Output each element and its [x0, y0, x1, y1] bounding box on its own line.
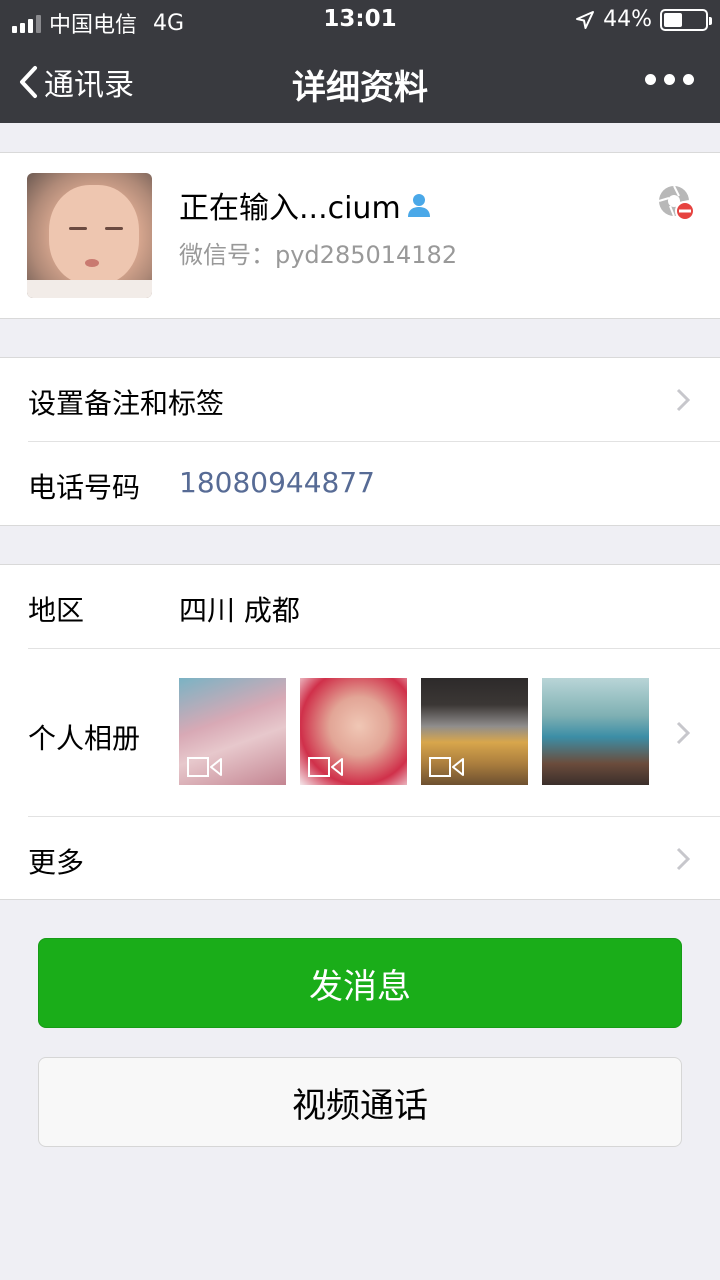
navigation-bar: 通讯录 详细资料: [0, 40, 720, 123]
phone-number-link[interactable]: 18080944877: [179, 466, 375, 499]
remark-phone-group: 设置备注和标签 电话号码 18080944877: [0, 357, 720, 526]
region-value: 四川 成都: [179, 594, 300, 627]
battery-percent: 44%: [603, 7, 652, 32]
album-label: 个人相册: [28, 722, 141, 755]
region-row: 地区 四川 成都: [0, 565, 720, 649]
more-label: 更多: [28, 846, 85, 879]
phone-row: 电话号码 18080944877: [0, 442, 720, 526]
chevron-right-icon: [676, 721, 690, 745]
album-thumbnails: [179, 678, 649, 785]
album-photo[interactable]: [421, 678, 528, 785]
album-photo[interactable]: [179, 678, 286, 785]
album-photo[interactable]: [300, 678, 407, 785]
remark-tags-label: 设置备注和标签: [28, 387, 225, 420]
contact-person-icon: [407, 194, 430, 217]
status-right: 44%: [575, 7, 712, 32]
page-title: 详细资料: [292, 68, 428, 108]
profile-card: 正在输入...cium 微信号：pyd285014182: [0, 152, 720, 319]
remark-tags-row[interactable]: 设置备注和标签: [0, 358, 720, 442]
video-call-button[interactable]: 视频通话: [38, 1057, 682, 1147]
more-row[interactable]: 更多: [0, 817, 720, 901]
video-camera-icon: [308, 757, 343, 777]
info-group: 地区 四川 成都 个人相册 更多: [0, 564, 720, 900]
location-arrow-icon: [576, 10, 595, 29]
chevron-right-icon: [676, 847, 690, 871]
avatar[interactable]: [27, 173, 152, 298]
status-bar: 中国电信 4G 13:01 44%: [0, 0, 720, 40]
nickname: 正在输入...cium: [179, 183, 433, 227]
region-label: 地区: [28, 594, 85, 627]
video-camera-icon: [187, 757, 222, 777]
chevron-right-icon: [676, 388, 690, 412]
battery-icon: [660, 8, 712, 31]
phone-label: 电话号码: [28, 471, 141, 504]
send-message-button[interactable]: 发消息: [38, 938, 682, 1028]
nickname-text: 正在输入...cium: [179, 191, 401, 226]
video-camera-icon: [429, 757, 464, 777]
block-moments-icon[interactable]: [657, 184, 697, 224]
top-bar: 中国电信 4G 13:01 44% 通讯录 详细资料: [0, 0, 720, 123]
wechat-id: 微信号：pyd285014182: [179, 241, 458, 269]
more-options-button[interactable]: [645, 74, 694, 85]
album-photo[interactable]: [542, 678, 649, 785]
